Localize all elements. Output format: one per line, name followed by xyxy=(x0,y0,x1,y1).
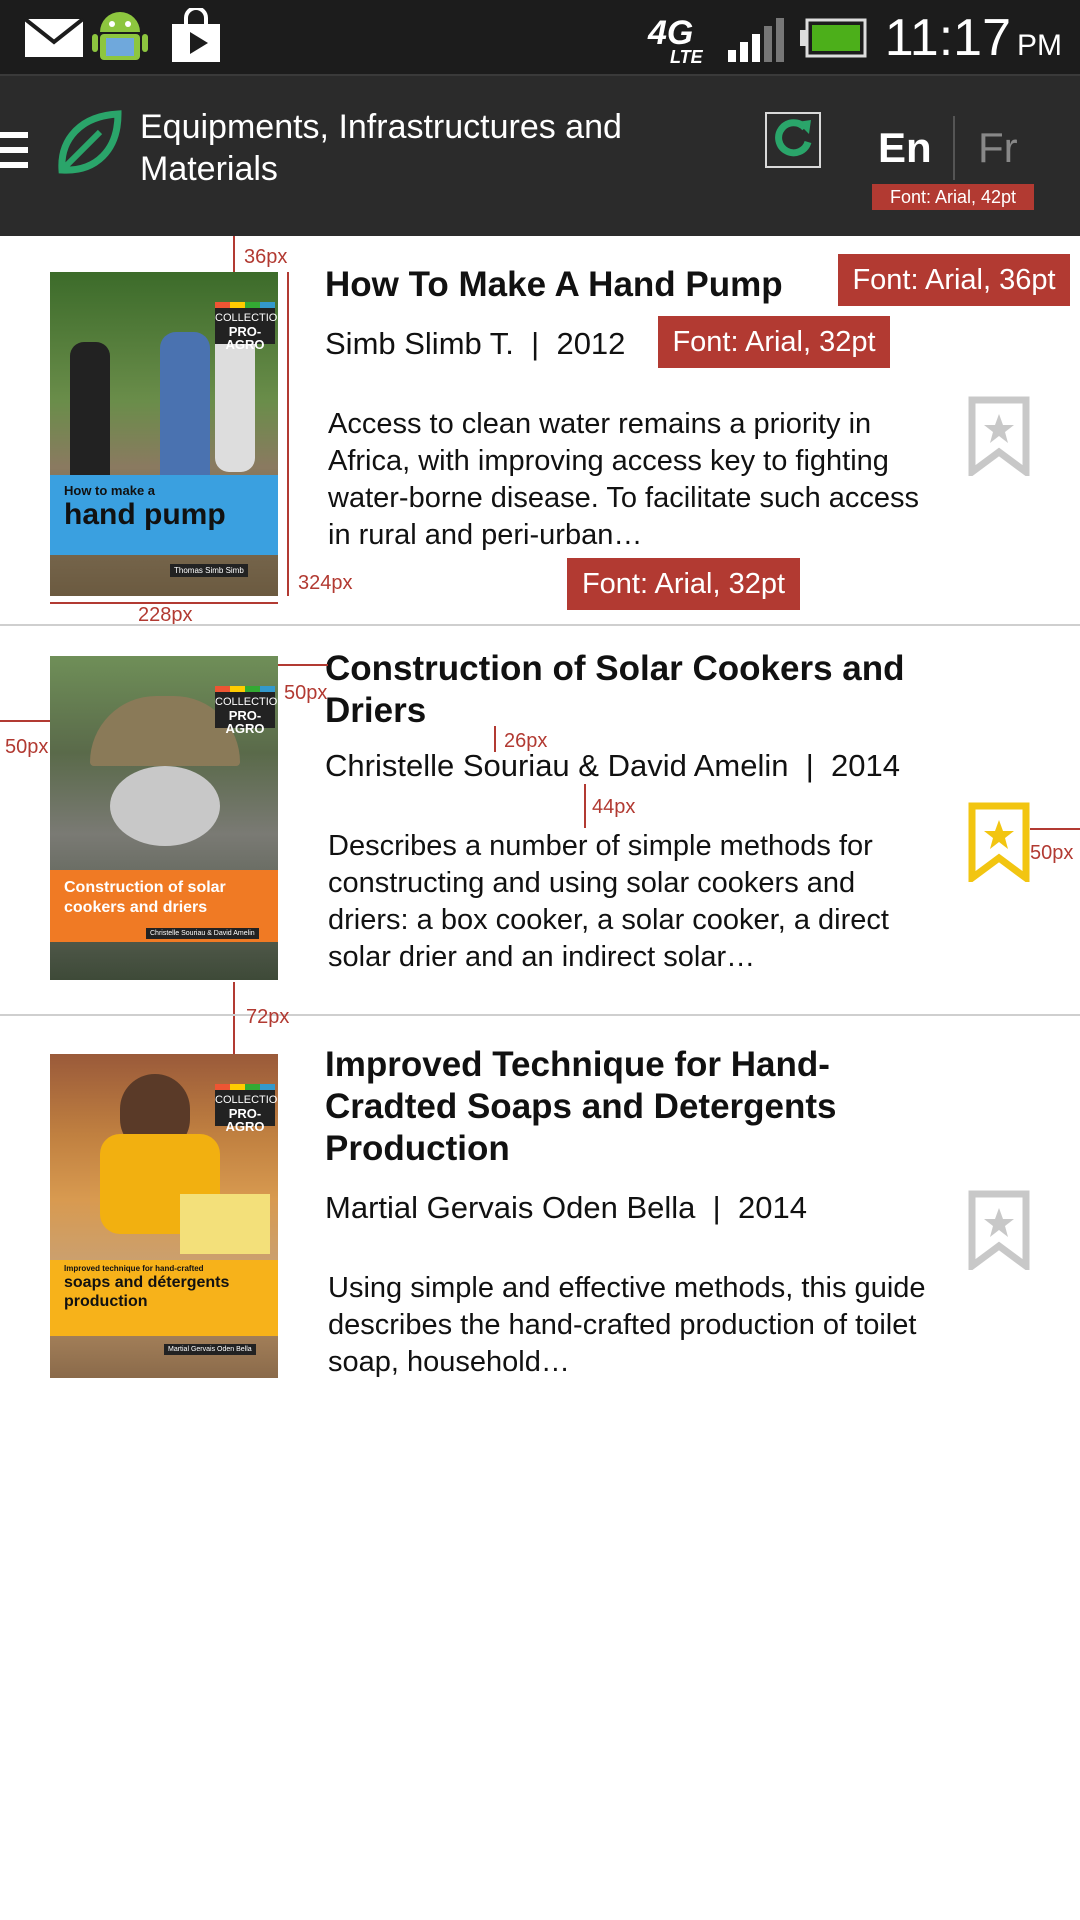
language-fr-button[interactable]: Fr xyxy=(978,124,1018,172)
bookmark-icon[interactable] xyxy=(968,396,1030,476)
cover-title: Improved technique for hand-crafted soap… xyxy=(50,1260,278,1336)
dimension-label: 26px xyxy=(504,730,548,752)
dimension-label: 72px xyxy=(246,1006,290,1028)
book-title[interactable]: Construction of Solar Cookers and Driers xyxy=(325,648,925,732)
android-icon xyxy=(92,12,148,60)
dimension-label: 50px xyxy=(284,682,328,704)
collection-badge: COLLECTIONPRO-AGRO xyxy=(215,308,278,351)
bookmark-icon[interactable] xyxy=(968,802,1030,882)
book-meta: Martial Gervais Oden Bella | 2014 xyxy=(325,1190,807,1225)
leaf-icon xyxy=(58,110,122,174)
mail-icon xyxy=(24,18,84,57)
refresh-icon xyxy=(775,119,812,157)
dimension-line xyxy=(584,784,586,828)
book-description: Using simple and effective methods, this… xyxy=(328,1272,926,1378)
book-meta: Simb Slimb T. | 2012 xyxy=(325,326,626,361)
page-title: Equipments, Infrastructures and Material… xyxy=(140,108,622,188)
dimension-label: 36px xyxy=(244,246,288,268)
dimension-label: 44px xyxy=(592,796,636,818)
list-item[interactable]: 72px COLLECTIONPRO-AGRO Improved techniq… xyxy=(0,1006,1080,1416)
cover-author: Christelle Souriau & David Amelin xyxy=(146,928,259,939)
dimension-line xyxy=(233,982,235,1014)
dimension-label: 50px xyxy=(1030,842,1074,864)
list-item[interactable]: COLLECTIONPRO-AGRO How to make a hand pu… xyxy=(0,236,1080,626)
dimension-label: 324px xyxy=(298,572,353,594)
status-bar: 4G LTE 11:17 PM xyxy=(0,0,1080,74)
annotation-desc-font: Font: Arial, 32pt xyxy=(567,558,800,610)
refresh-button[interactable] xyxy=(765,112,821,168)
cover-author: Thomas Simb Simb xyxy=(170,564,248,577)
list-item[interactable]: COLLECTIONPRO-AGRO Construction of solar… xyxy=(0,626,1080,1014)
book-title[interactable]: How To Make A Hand Pump xyxy=(325,264,925,306)
dimension-line xyxy=(0,720,50,722)
dimension-line xyxy=(278,664,328,666)
collection-badge: COLLECTIONPRO-AGRO xyxy=(215,1090,278,1133)
collection-badge: COLLECTIONPRO-AGRO xyxy=(215,692,278,735)
signal-icon xyxy=(728,18,784,62)
cover-author: Martial Gervais Oden Bella xyxy=(164,1344,256,1355)
dimension-line xyxy=(233,1016,235,1054)
cover-title: How to make a hand pump xyxy=(50,475,278,555)
dimension-line xyxy=(494,726,496,752)
book-meta: Christelle Souriau & David Amelin | 2014 xyxy=(325,748,900,783)
dimension-line xyxy=(233,236,235,272)
book-title[interactable]: Improved Technique for Hand-Cradted Soap… xyxy=(325,1044,885,1170)
book-description: Describes a number of simple methods for… xyxy=(328,830,889,973)
app-bar: Equipments, Infrastructures and Material… xyxy=(0,74,1080,236)
battery-icon xyxy=(800,18,867,58)
annotation-title-font: Font: Arial, 36pt xyxy=(838,254,1070,306)
annotation-header-font: Font: Arial, 42pt xyxy=(872,184,1034,210)
book-cover: COLLECTIONPRO-AGRO How to make a hand pu… xyxy=(50,272,278,596)
book-cover: COLLECTIONPRO-AGRO Improved technique fo… xyxy=(50,1054,278,1378)
annotation-meta-font: Font: Arial, 32pt xyxy=(658,316,890,368)
bookmark-icon[interactable] xyxy=(968,1190,1030,1270)
dimension-line xyxy=(287,272,289,596)
book-cover: COLLECTIONPRO-AGRO Construction of solar… xyxy=(50,656,278,980)
clock: 11:17 PM xyxy=(884,9,1062,67)
language-en-button[interactable]: En xyxy=(878,124,932,172)
dimension-label: 50px xyxy=(5,736,49,758)
dimension-line xyxy=(1030,828,1080,830)
play-store-icon xyxy=(172,8,220,62)
book-description: Access to clean water remains a priority… xyxy=(328,408,920,551)
menu-icon[interactable] xyxy=(0,132,28,172)
language-divider xyxy=(953,116,955,180)
network-indicator: 4G LTE xyxy=(648,14,703,67)
